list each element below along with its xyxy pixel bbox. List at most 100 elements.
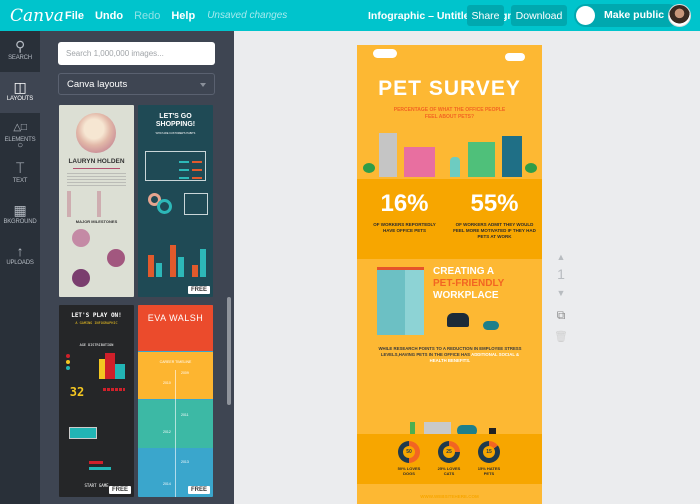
divider	[73, 168, 120, 169]
building-icon	[404, 147, 435, 177]
thumb-icons	[67, 191, 126, 217]
menu-undo[interactable]: Undo	[95, 10, 123, 22]
panel-scrollbar[interactable]	[227, 297, 231, 405]
layout-thumbnail-lauryn-holden[interactable]: LAURYN HOLDEN MAJOR MILESTONES	[59, 105, 134, 297]
move-up-icon[interactable]: ▲	[551, 252, 571, 262]
donut-label: 15% HATES PETS	[477, 466, 501, 476]
year: 2010	[163, 381, 171, 385]
toggle-knob	[576, 6, 595, 25]
building-icon	[468, 142, 495, 177]
layout-thumbnail-eva-walsh[interactable]: EVA WALSH CAREER TIMELINE 2009 2010 2011…	[138, 305, 213, 497]
nav-background[interactable]: ▦ BKGROUND	[0, 195, 40, 236]
thumb-callout	[184, 193, 208, 215]
profile-photo	[76, 113, 116, 153]
dog-icon	[450, 157, 460, 177]
duplicate-page-icon[interactable]: ⧉	[551, 308, 571, 323]
stat-1-value[interactable]: 16%	[367, 190, 442, 218]
year: 2009	[181, 371, 189, 375]
thumb-subtitle: A GAMING INFOGRAPHIC	[75, 321, 118, 325]
year: 2013	[181, 460, 189, 464]
chart-bar	[192, 265, 198, 277]
thumb-body-text	[67, 173, 126, 187]
share-button[interactable]: Share	[467, 5, 504, 26]
design-page[interactable]: PET SURVEY PERCENTAGE OF WHAT THE OFFICE…	[357, 45, 542, 504]
donut-center: 50	[403, 446, 415, 458]
move-down-icon[interactable]: ▼	[551, 288, 571, 298]
top-bar: Canva File Undo Redo Help Unsaved change…	[0, 0, 700, 31]
nav-search[interactable]: ⚲ SEARCH	[0, 31, 40, 72]
heading-line-2[interactable]: PET-FRIENDLY	[433, 278, 504, 290]
free-badge: FREE	[108, 486, 131, 494]
stat-2-text[interactable]: OF WORKERS ADMIT THEY WOULD FEEL MORE MO…	[452, 222, 537, 240]
donut-center: 25	[443, 446, 455, 458]
chevron-down-icon	[200, 83, 206, 87]
menu-file[interactable]: File	[65, 10, 84, 22]
heading-line-1[interactable]: CREATING A	[433, 266, 494, 278]
chart-bar	[148, 255, 154, 277]
nav-label: SEARCH	[8, 55, 32, 61]
cat-icon	[483, 321, 499, 330]
thumb-title: EVA WALSH	[147, 313, 204, 323]
nav-text[interactable]: T TEXT	[0, 154, 40, 195]
donut-chart: 25	[438, 441, 460, 463]
dog-icon	[447, 313, 469, 327]
layout-thumbnail-shopping[interactable]: LET'S GO SHOPPING! WHAT ARE CUSTOMER'S H…	[138, 105, 213, 297]
nav-label: BKGROUND	[3, 219, 37, 225]
heading-line-3[interactable]: WORKPLACE	[433, 290, 499, 302]
donut-label: 50% LOVES DOGS	[397, 466, 421, 476]
canva-logo[interactable]: Canva	[10, 6, 64, 26]
infographic-subtitle[interactable]: PERCENTAGE OF WHAT THE OFFICE PEOPLE FEE…	[387, 107, 512, 121]
donut-label: 25% LOVES CATS	[437, 466, 461, 476]
nav-layouts[interactable]: ◫ LAYOUTS	[0, 72, 40, 113]
year: 2011	[181, 413, 189, 417]
nav-label: UPLOADS	[6, 260, 34, 266]
background-icon: ▦	[13, 202, 27, 218]
thumb-subtitle: WHAT ARE CUSTOMER'S HABITS	[155, 132, 196, 135]
infographic-title[interactable]: PET SURVEY	[357, 77, 542, 101]
layout-thumbnail-gaming[interactable]: LET'S PLAY ON! A GAMING INFOGRAPHIC AGE …	[59, 305, 134, 497]
ring-chart	[157, 199, 172, 214]
thumb-section: AGE DISTRIBUTION	[79, 343, 114, 347]
menu-help[interactable]: Help	[171, 10, 195, 22]
nav-uploads[interactable]: ↑ UPLOADS	[0, 236, 40, 277]
milestone-photo	[107, 249, 125, 267]
paragraph-1[interactable]: WHILE RESEARCH POINTS TO A REDUCTION IN …	[375, 346, 525, 364]
delete-page-icon[interactable]: 🗑	[551, 330, 571, 343]
website-url[interactable]: WWW.WEBSITEHERE.COM	[357, 494, 542, 499]
thumb-section: MAJOR MILESTONES	[75, 219, 118, 224]
thumb-title: LET'S PLAY ON!	[71, 312, 122, 319]
thumb-table	[145, 151, 206, 181]
thumb-stat: 32	[69, 385, 85, 399]
download-button[interactable]: Download	[511, 5, 567, 26]
page-number: 1	[557, 266, 565, 282]
chart-bar	[105, 353, 115, 379]
bar	[179, 161, 189, 163]
layouts-panel: Search 1,000,000 images... Canva layouts…	[40, 31, 234, 504]
menu-redo[interactable]: Redo	[134, 10, 160, 22]
header-band	[138, 305, 213, 351]
office-building-icon	[377, 270, 424, 335]
free-badge: FREE	[187, 486, 210, 494]
upload-icon: ↑	[16, 243, 24, 259]
donut-center: 15	[483, 446, 495, 458]
image-search-input[interactable]: Search 1,000,000 images...	[58, 42, 215, 65]
chart-bar	[156, 263, 162, 277]
hearts	[103, 388, 125, 391]
text-icon: T	[15, 161, 25, 177]
year: 2012	[163, 430, 171, 434]
donut-chart: 15	[478, 441, 500, 463]
layout-filter-value: Canva layouts	[67, 79, 128, 90]
cloud-icon	[373, 49, 397, 58]
building-icon	[379, 133, 397, 177]
milestone-photo	[72, 229, 90, 247]
search-icon: ⚲	[14, 38, 26, 54]
bar	[192, 161, 202, 163]
layout-filter-dropdown[interactable]: Canva layouts	[58, 73, 215, 95]
chart-bar	[200, 249, 206, 277]
thumb-title: LET'S GO SHOPPING!	[155, 113, 196, 128]
nav-label: TEXT	[12, 178, 28, 184]
stat-2-value[interactable]: 55%	[452, 190, 537, 218]
stat-1-text[interactable]: OF WORKERS REPORTEDLY HAVE OFFICE PETS	[367, 222, 442, 234]
user-avatar[interactable]	[668, 4, 691, 27]
nav-elements[interactable]: △□ ○ ELEMENTS	[0, 113, 40, 154]
